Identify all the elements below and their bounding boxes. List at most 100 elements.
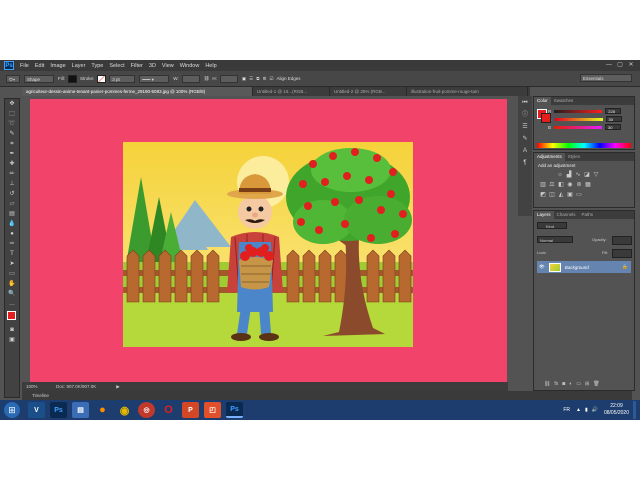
gear-icon[interactable]: ⚙ — [262, 76, 266, 82]
menu-window[interactable]: Window — [180, 63, 200, 69]
tab-untitled-2[interactable]: Untitled-2 @ 25% (RGB... — [330, 87, 407, 96]
zoom-level[interactable]: 100% — [26, 384, 46, 389]
selective-color-icon[interactable]: ▣ — [566, 192, 574, 199]
quick-select-tool-icon[interactable]: ✎ — [5, 129, 19, 139]
channel-mixer-icon[interactable]: ⊛ — [575, 182, 583, 189]
new-group-icon[interactable]: ▭ — [576, 381, 581, 387]
taskbar-app-v-icon[interactable]: V — [28, 402, 45, 418]
trash-icon[interactable]: 🗑 — [593, 381, 599, 387]
blue-value[interactable]: 30 — [605, 124, 622, 130]
menu-edit[interactable]: Edit — [35, 63, 44, 69]
clone-stamp-tool-icon[interactable]: ⊥ — [5, 179, 19, 189]
screen-mode-icon[interactable]: ▣ — [5, 335, 19, 345]
tray-expand-icon[interactable]: ▲ — [576, 407, 581, 413]
layer-style-icon[interactable]: fx — [554, 381, 558, 387]
brush-presets-icon[interactable]: ✎ — [520, 135, 530, 144]
taskbar-photoshop-icon[interactable]: Ps — [50, 402, 67, 418]
blend-mode-select[interactable]: Normal — [537, 236, 573, 243]
shape-tool-icon[interactable]: ▭ — [5, 269, 19, 279]
exposure-icon[interactable]: ◪ — [583, 172, 591, 179]
crop-tool-icon[interactable]: ⌗ — [5, 139, 19, 149]
path-operations-icon[interactable]: ▣ — [242, 76, 246, 82]
menu-file[interactable]: File — [20, 63, 29, 69]
link-layers-icon[interactable]: ⛓ — [544, 381, 550, 387]
info-icon[interactable]: ⓘ — [520, 111, 530, 120]
tab-farmer-document[interactable]: agriculteur-dessin-anime-tenant-panier-p… — [22, 87, 253, 96]
quick-mask-icon[interactable]: ◙ — [5, 325, 19, 335]
levels-icon[interactable]: ▟ — [565, 172, 573, 179]
eyedropper-tool-icon[interactable]: ✒ — [5, 149, 19, 159]
character-icon[interactable]: A — [520, 147, 530, 156]
taskbar-recorder-icon[interactable]: ◎ — [138, 402, 155, 418]
color-lookup-icon[interactable]: ▦ — [584, 182, 592, 189]
tab-untitled-1[interactable]: Untitled-1 @ 16...(RGB... — [253, 87, 330, 96]
timeline-panel[interactable]: Timeline — [22, 391, 632, 400]
stroke-type-select[interactable]: ━━━ ▾ — [139, 74, 170, 83]
eraser-tool-icon[interactable]: ▱ — [5, 199, 19, 209]
menu-help[interactable]: Help — [205, 63, 216, 69]
stroke-size-input[interactable]: 3 pt — [109, 74, 136, 83]
taskbar-photoshop-active-icon[interactable]: Ps — [226, 402, 243, 418]
stroke-swatch[interactable] — [97, 74, 107, 83]
tab-channels[interactable]: Channels — [554, 211, 579, 219]
show-desktop-button[interactable] — [633, 401, 636, 419]
hand-tool-icon[interactable]: ✋ — [5, 279, 19, 289]
gradient-map-icon[interactable]: ▭ — [575, 192, 583, 199]
align-edges-checkbox[interactable]: ☑ — [269, 76, 273, 82]
new-layer-icon[interactable]: ⊞ — [585, 381, 589, 387]
menu-select[interactable]: Select — [109, 63, 124, 69]
panel-background-swatch[interactable] — [541, 113, 551, 123]
taskbar-firefox-icon[interactable]: ● — [94, 402, 111, 418]
close-button[interactable]: ✕ — [626, 61, 636, 69]
menu-layer[interactable]: Layer — [72, 63, 86, 69]
threshold-icon[interactable]: ◭ — [557, 192, 565, 199]
paragraph-icon[interactable]: ¶ — [520, 159, 530, 168]
windows-start-button[interactable]: ⊞ — [4, 402, 20, 418]
blur-tool-icon[interactable]: 💧 — [5, 219, 19, 229]
path-arrangement-icon[interactable]: ⧉ — [256, 76, 259, 81]
add-mask-icon[interactable]: ◙ — [562, 381, 565, 387]
menu-filter[interactable]: Filter — [131, 63, 143, 69]
fill-swatch[interactable] — [68, 74, 77, 83]
more-tools-icon[interactable]: … — [5, 299, 19, 309]
menu-image[interactable]: Image — [50, 63, 65, 69]
new-adjustment-icon[interactable]: ◐ — [569, 381, 572, 387]
brightness-contrast-icon[interactable]: ☼ — [556, 172, 564, 179]
red-value[interactable]: 228 — [605, 108, 622, 114]
history-icon[interactable]: ⏮ — [520, 99, 530, 108]
path-selection-tool-icon[interactable]: ➤ — [5, 259, 19, 269]
menu-view[interactable]: View — [162, 63, 174, 69]
foreground-color-swatch[interactable] — [7, 311, 16, 320]
link-icon[interactable]: ⛓ — [204, 76, 210, 82]
menu-type[interactable]: Type — [91, 63, 103, 69]
network-icon[interactable]: ▮ — [585, 407, 588, 413]
taskbar-chrome-icon[interactable]: ◉ — [116, 402, 133, 418]
dodge-tool-icon[interactable]: ● — [5, 229, 19, 239]
taskbar-opera-icon[interactable]: O — [160, 402, 177, 418]
hue-saturation-icon[interactable]: ▥ — [539, 182, 547, 189]
curves-icon[interactable]: ∿ — [574, 172, 582, 179]
volume-icon[interactable]: 🔊 — [592, 407, 598, 413]
tab-styles[interactable]: Styles — [565, 153, 583, 161]
green-value[interactable]: 30 — [605, 116, 622, 122]
brush-tool-icon[interactable]: ✏ — [5, 169, 19, 179]
clock[interactable]: 22:09 08/05/2020 — [604, 403, 629, 417]
lasso-tool-icon[interactable]: ➰ — [5, 119, 19, 129]
menu-3d[interactable]: 3D — [149, 63, 156, 69]
taskbar-video-editor-icon[interactable]: ◰ — [204, 402, 221, 418]
red-slider[interactable] — [554, 109, 603, 113]
path-alignment-icon[interactable]: ☰ — [249, 76, 253, 82]
workspace-select[interactable]: Essentials — [580, 74, 632, 82]
zoom-tool-icon[interactable]: 🔍 — [5, 289, 19, 299]
opacity-input[interactable] — [612, 236, 632, 245]
gradient-tool-icon[interactable]: ▤ — [5, 209, 19, 219]
vibrance-icon[interactable]: ▽ — [592, 172, 600, 179]
photo-filter-icon[interactable]: ◉ — [566, 182, 574, 189]
green-slider[interactable] — [554, 117, 603, 121]
maximize-button[interactable]: ▢ — [615, 61, 625, 69]
layer-kind-filter[interactable]: Kind — [537, 222, 567, 229]
layer-name[interactable]: Background — [565, 265, 589, 270]
color-spectrum-ramp[interactable] — [537, 143, 631, 148]
status-menu-arrow-icon[interactable]: ▶ — [116, 384, 119, 390]
taskbar-powerpoint-icon[interactable]: P — [182, 402, 199, 418]
